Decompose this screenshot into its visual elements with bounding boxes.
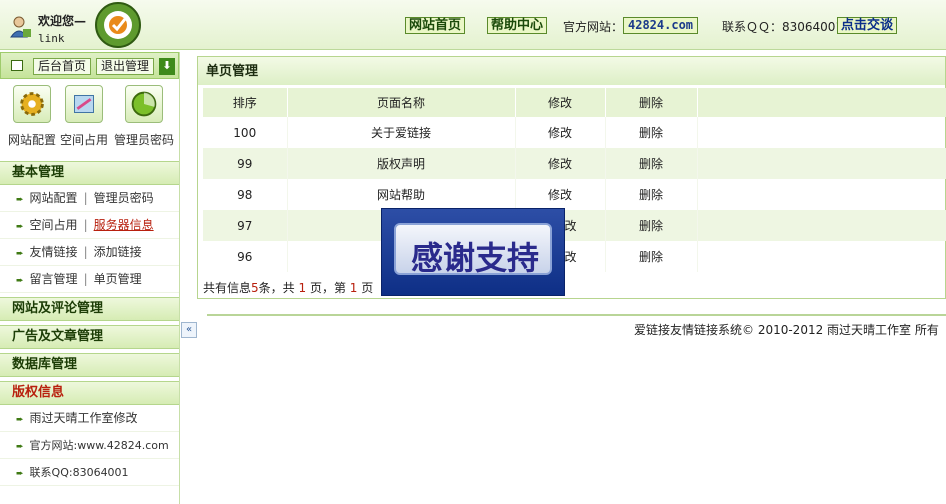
arrow-right-icon: ➨ [16, 276, 24, 286]
link-site-config[interactable]: 网站配置 [30, 191, 78, 205]
main-panel: 单页管理 排序 页面名称 修改 删除 100 关于爱链接 修改 删除 99 版权… [197, 56, 946, 299]
delete-link[interactable]: 删除 [605, 179, 698, 210]
list-item: ➨ 联系QQ:83064001 [0, 459, 179, 486]
list-item: ➨ 空间占用 | 服务器信息 [0, 212, 179, 239]
link-server-info[interactable]: 服务器信息 [94, 218, 154, 232]
calendar-icon [11, 60, 23, 71]
thanks-overlay: 感谢支持 [381, 208, 565, 296]
user-icon [10, 16, 31, 38]
col-spacer [697, 88, 946, 117]
link-admin-password[interactable]: 管理员密码 [94, 191, 154, 205]
delete-link[interactable]: 删除 [605, 210, 698, 241]
admin-home-button[interactable]: 后台首页 [33, 58, 92, 75]
username: link [38, 32, 65, 45]
row-order: 97 [203, 210, 288, 241]
list-item: ➨ 友情链接 | 添加链接 [0, 239, 179, 266]
link-official-site[interactable]: 官方网站:www.42824.com [30, 439, 169, 452]
logo-icon [95, 2, 141, 48]
arrow-right-icon: ➨ [16, 222, 24, 232]
thanks-text: 感谢支持 [410, 239, 539, 277]
list-item: ➨ 留言管理 | 单页管理 [0, 266, 179, 293]
row-order: 96 [203, 241, 288, 272]
link-guestbook[interactable]: 留言管理 [30, 272, 78, 286]
row-spacer [697, 210, 946, 241]
list-item: ➨ 官方网站:www.42824.com [0, 432, 179, 459]
tool-site-config[interactable]: 网站配置 [2, 85, 62, 148]
list-item: ➨ 雨过天晴工作室修改 [0, 405, 179, 432]
copyright-text: 爱链接友情链接系统© 2010-2012 雨过天晴工作室 所有 [634, 323, 939, 337]
row-spacer [697, 241, 946, 272]
delete-link[interactable]: 删除 [605, 148, 698, 179]
col-edit: 修改 [515, 88, 606, 117]
edit-link[interactable]: 修改 [515, 179, 606, 210]
section-basic[interactable]: 基本管理 [0, 161, 179, 185]
collapse-sidebar-icon[interactable]: « [181, 322, 197, 338]
arrow-right-icon: ➨ [16, 415, 24, 425]
edit-link[interactable]: 修改 [515, 148, 606, 179]
sidebar-topbar: 后台首页 退出管理 ⬇ [0, 52, 179, 79]
gear-icon [13, 85, 51, 123]
table-row: 98 网站帮助 修改 删除 [203, 179, 946, 210]
row-name: 关于爱链接 [287, 117, 516, 148]
section-ad-article[interactable]: 广告及文章管理 [0, 325, 179, 349]
tool-admin-password[interactable]: 管理员密码 [114, 85, 174, 148]
site-label: 官方网站： [563, 20, 624, 34]
link-studio[interactable]: 雨过天晴工作室修改 [30, 411, 138, 425]
arrow-right-icon: ➨ [16, 442, 24, 452]
col-name: 页面名称 [287, 88, 516, 117]
pie-chart-icon [65, 85, 103, 123]
tool-space-usage[interactable]: 空间占用 [54, 85, 114, 148]
section-site-comment[interactable]: 网站及评论管理 [0, 297, 179, 321]
link-add-link[interactable]: 添加链接 [94, 245, 142, 259]
shield-icon [125, 85, 163, 123]
arrow-right-icon: ➨ [16, 249, 24, 259]
sidebar: 后台首页 退出管理 ⬇ 网站配置 空间占用 管理员密码 基本管理 ➨ 网站配置 | 管… [0, 52, 180, 504]
divider [207, 314, 946, 316]
table-row: 96 改 删除 [203, 241, 946, 272]
row-order: 100 [203, 117, 288, 148]
logout-button[interactable]: 退出管理 [96, 58, 155, 75]
link-single-page[interactable]: 单页管理 [94, 272, 142, 286]
pages-table: 排序 页面名称 修改 删除 100 关于爱链接 修改 删除 99 版权声明 修改… [203, 88, 946, 272]
row-order: 98 [203, 179, 288, 210]
row-spacer [697, 179, 946, 210]
page-title: 单页管理 [198, 57, 945, 85]
qq-label: 联系ＱＱ：83064001 [722, 20, 844, 34]
tool-icons: 网站配置 空间占用 管理员密码 [0, 79, 179, 157]
pagination-info: 共有信息5条，共 1 页，第 1 页 [203, 281, 374, 295]
row-order: 99 [203, 148, 288, 179]
link-space-usage[interactable]: 空间占用 [30, 218, 78, 232]
link-qq[interactable]: 联系QQ:83064001 [30, 466, 129, 479]
thanks-badge: 感谢支持 [394, 223, 552, 277]
nav-home-button[interactable]: 网站首页 [405, 17, 466, 34]
welcome-text: 欢迎您— [38, 14, 87, 28]
table-row: 100 关于爱链接 修改 删除 [203, 117, 946, 148]
edit-link[interactable]: 修改 [515, 117, 606, 148]
row-spacer [697, 148, 946, 179]
arrow-right-icon: ➨ [16, 469, 24, 479]
row-spacer [697, 117, 946, 148]
delete-link[interactable]: 删除 [605, 241, 698, 272]
arrow-right-icon: ➨ [16, 195, 24, 205]
qq-chat-button[interactable]: 点击交谈 [837, 17, 898, 34]
nav-help-button[interactable]: 帮助中心 [487, 17, 548, 34]
col-delete: 删除 [605, 88, 698, 117]
site-link[interactable]: 42824.com [623, 17, 699, 34]
header: 欢迎您— link 网站首页 帮助中心 官方网站： 42824.com 联系ＱＱ… [0, 0, 946, 50]
table-row: 97 改 删除 [203, 210, 946, 241]
row-name: 网站帮助 [287, 179, 516, 210]
table-row: 99 版权声明 修改 删除 [203, 148, 946, 179]
section-database[interactable]: 数据库管理 [0, 353, 179, 377]
delete-link[interactable]: 删除 [605, 117, 698, 148]
list-item: ➨ 网站配置 | 管理员密码 [0, 185, 179, 212]
arrow-down-icon[interactable]: ⬇ [159, 58, 175, 75]
col-order: 排序 [203, 88, 288, 117]
section-copyright[interactable]: 版权信息 [0, 381, 179, 405]
link-friend-links[interactable]: 友情链接 [30, 245, 78, 259]
row-name: 版权声明 [287, 148, 516, 179]
